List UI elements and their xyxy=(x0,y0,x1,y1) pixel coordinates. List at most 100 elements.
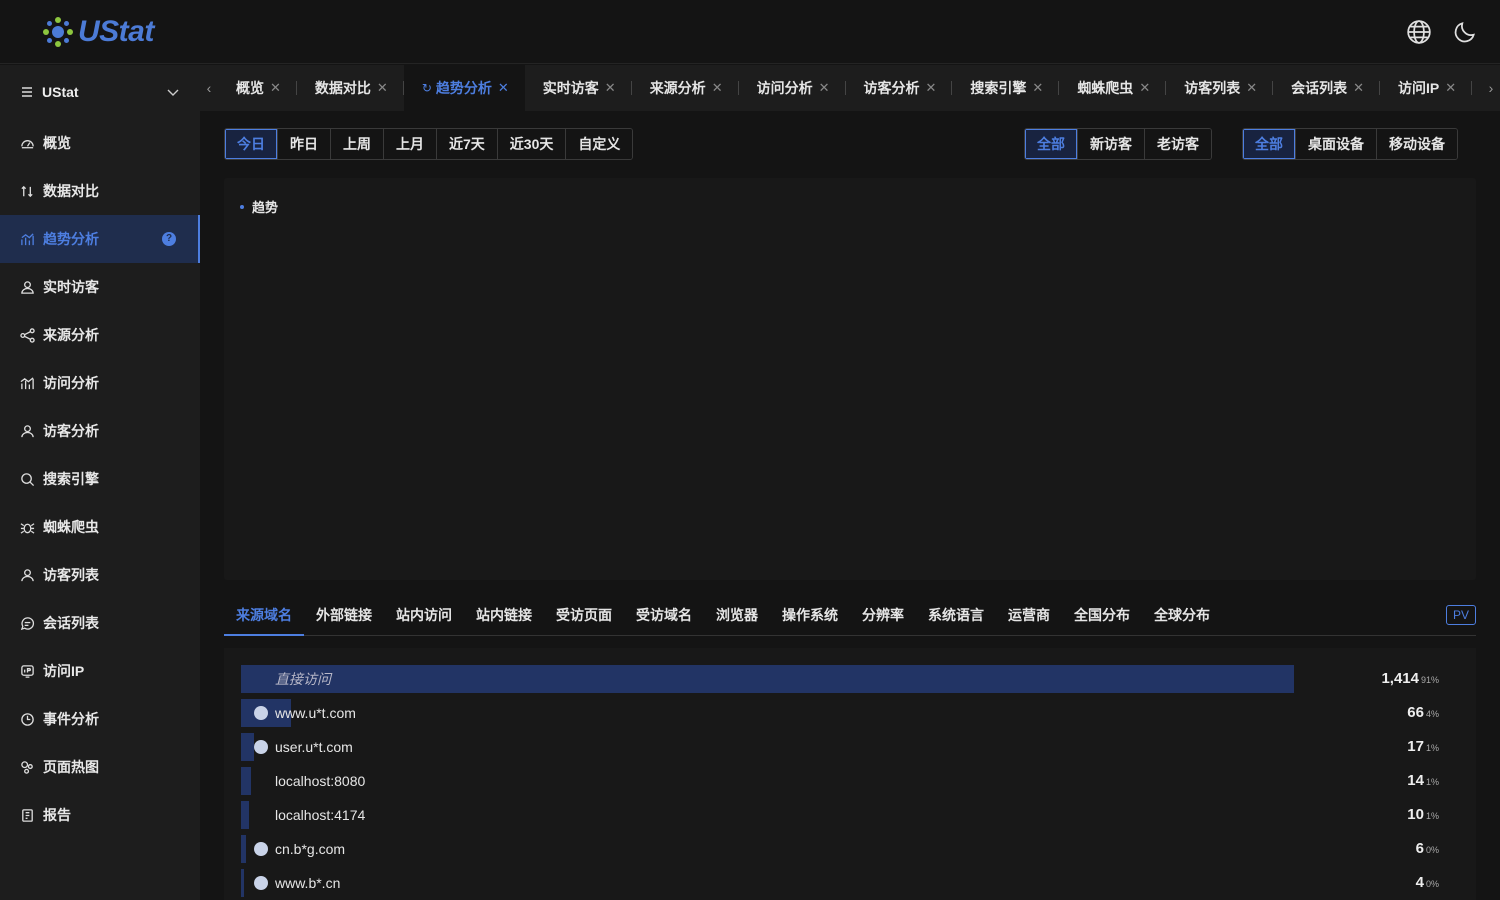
sidebar-item-chart[interactable]: 访问分析 xyxy=(0,359,200,407)
ranking-row[interactable]: user.u*t.com 17 1% xyxy=(241,733,1459,761)
sidebar-item-label: 来源分析 xyxy=(43,327,99,343)
tab-item[interactable]: 访客分析 ✕ xyxy=(846,65,953,111)
close-icon[interactable]: ✕ xyxy=(270,80,281,96)
detail-tab[interactable]: 全球分布 xyxy=(1154,596,1210,636)
sidebar-item-chat[interactable]: 会话列表 xyxy=(0,599,200,647)
date-filter-button[interactable]: 今日 xyxy=(225,129,277,159)
date-filter-button[interactable]: 上周 xyxy=(330,129,383,159)
clock-icon xyxy=(21,712,34,726)
tab-item[interactable]: 实时访客 ✕ xyxy=(525,65,632,111)
ranking-row[interactable]: www.b*.cn 4 0% xyxy=(241,869,1459,897)
tab-item[interactable]: 概览 ✕ xyxy=(218,65,297,111)
ip-icon xyxy=(21,664,34,678)
date-filter-button[interactable]: 上月 xyxy=(383,129,436,159)
tabs-scroll-left-icon[interactable]: ‹ xyxy=(200,65,218,111)
sidebar-item-visitor[interactable]: 访客分析 xyxy=(0,407,200,455)
reload-icon[interactable]: ↻ xyxy=(422,81,432,95)
top-header: UStat xyxy=(0,0,1500,64)
tab-item[interactable]: 访客列表 ✕ xyxy=(1166,65,1274,111)
tab-item[interactable]: 数据对比 ✕ xyxy=(297,65,404,111)
tab-item[interactable]: 来源分析 ✕ xyxy=(632,65,739,111)
sidebar-item-user-list[interactable]: 访客列表 xyxy=(0,551,200,599)
visitor-filter-button[interactable]: 全部 xyxy=(1025,129,1077,159)
logo[interactable]: UStat xyxy=(40,14,154,50)
tab-item[interactable]: 访问分析 ✕ xyxy=(739,65,846,111)
ranking-percent: 1% xyxy=(1425,743,1439,753)
ranking-value: 14 1% xyxy=(1407,767,1439,796)
close-icon[interactable]: ✕ xyxy=(926,80,937,96)
ranking-row[interactable]: localhost:8080 14 1% xyxy=(241,767,1459,795)
date-filter-button[interactable]: 近30天 xyxy=(496,129,566,159)
tab-item[interactable]: 会话列表 ✕ xyxy=(1273,65,1381,111)
chart-title-text: 趋势 xyxy=(252,200,279,215)
metric-badge[interactable]: PV xyxy=(1445,605,1476,625)
close-icon[interactable]: ✕ xyxy=(498,80,509,96)
sidebar-item-share[interactable]: 来源分析 xyxy=(0,311,200,359)
close-icon[interactable]: ✕ xyxy=(819,80,830,96)
ranking-row[interactable]: localhost:4174 10 1% xyxy=(241,801,1459,829)
detail-tab[interactable]: 站内访问 xyxy=(396,596,452,636)
ranking-count: 14 xyxy=(1407,772,1424,789)
ranking-value: 66 4% xyxy=(1407,699,1439,728)
close-icon[interactable]: ✕ xyxy=(1139,80,1150,96)
detail-tab[interactable]: 站内链接 xyxy=(476,596,532,636)
detail-tab[interactable]: 操作系统 xyxy=(782,596,838,636)
date-filter-button[interactable]: 自定义 xyxy=(565,129,633,159)
close-icon[interactable]: ✕ xyxy=(605,80,616,96)
close-icon[interactable]: ✕ xyxy=(377,80,388,96)
detail-tab[interactable]: 受访页面 xyxy=(556,596,612,636)
ranking-row[interactable]: cn.b*g.com 6 0% xyxy=(241,835,1459,863)
date-filter-button[interactable]: 昨日 xyxy=(277,129,330,159)
ranking-row[interactable]: www.u*t.com 66 4% xyxy=(241,699,1459,727)
device-filter-button[interactable]: 全部 xyxy=(1243,129,1295,159)
sidebar-item-search[interactable]: 搜索引擎 xyxy=(0,455,200,503)
close-icon[interactable]: ✕ xyxy=(1246,80,1257,96)
date-filter-button[interactable]: 近7天 xyxy=(436,129,497,159)
sidebar-item-ip[interactable]: 访问IP xyxy=(0,647,200,695)
detail-tab[interactable]: 分辨率 xyxy=(862,596,904,636)
ranking-percent: 91% xyxy=(1420,675,1439,685)
help-icon[interactable]: ? xyxy=(162,232,176,246)
tab-item[interactable]: 蜘蛛爬虫 ✕ xyxy=(1059,65,1167,111)
device-filter-button[interactable]: 桌面设备 xyxy=(1295,129,1376,159)
ranking-bar xyxy=(241,767,251,795)
tab-item[interactable]: 访问IP ✕ xyxy=(1380,65,1473,111)
detail-tab[interactable]: 浏览器 xyxy=(716,596,758,636)
heatmap-icon xyxy=(21,760,33,774)
sidebar-item-clock[interactable]: 事件分析 xyxy=(0,695,200,743)
sidebar-item-user[interactable]: 实时访客 xyxy=(0,263,200,311)
detail-tab[interactable]: 全国分布 xyxy=(1074,596,1130,636)
sidebar-item-bug[interactable]: 蜘蛛爬虫 xyxy=(0,503,200,551)
close-icon[interactable]: ✕ xyxy=(712,80,723,96)
device-filter-button[interactable]: 移动设备 xyxy=(1376,129,1457,159)
tab-label: 访问分析 xyxy=(756,80,813,96)
tab-label: 实时访客 xyxy=(542,80,599,96)
visitor-filter-button[interactable]: 老访客 xyxy=(1144,129,1211,159)
tab-item[interactable]: ↻ 趋势分析 ✕ xyxy=(403,65,525,111)
sidebar-item-dashboard[interactable]: 概览 xyxy=(0,119,200,167)
tab-item[interactable]: 搜索引擎 ✕ xyxy=(952,65,1060,111)
detail-tab[interactable]: 受访域名 xyxy=(636,596,692,636)
globe-icon[interactable] xyxy=(1406,19,1432,45)
close-icon[interactable]: ✕ xyxy=(1032,80,1043,96)
moon-icon[interactable] xyxy=(1452,19,1478,45)
ranking-row[interactable]: 直接访问 1,414 91% xyxy=(241,665,1459,693)
sidebar-item-label: 报告 xyxy=(43,807,71,823)
detail-tab[interactable]: 运营商 xyxy=(1008,596,1050,636)
close-icon[interactable]: ✕ xyxy=(1445,80,1456,96)
tabs-scroll-right-icon[interactable]: › xyxy=(1482,65,1500,111)
visitor-filter-button[interactable]: 新访客 xyxy=(1077,129,1144,159)
detail-tab[interactable]: 外部链接 xyxy=(316,596,372,636)
sidebar-item-heatmap[interactable]: 页面热图 xyxy=(0,743,200,791)
bug-icon xyxy=(20,522,35,534)
trend-icon xyxy=(21,232,34,245)
sidebar-item-trend[interactable]: 趋势分析? xyxy=(0,215,200,263)
compare-icon xyxy=(21,185,33,197)
sidebar-project-select[interactable]: UStat xyxy=(0,65,200,119)
sidebar-item-report[interactable]: 报告 xyxy=(0,791,200,839)
detail-tab[interactable]: 系统语言 xyxy=(928,596,984,636)
sidebar-item-compare[interactable]: 数据对比 xyxy=(0,167,200,215)
close-icon[interactable]: ✕ xyxy=(1353,80,1364,96)
trend-chart-panel: 趋势 xyxy=(224,178,1476,580)
detail-tab[interactable]: 来源域名 xyxy=(224,596,304,636)
